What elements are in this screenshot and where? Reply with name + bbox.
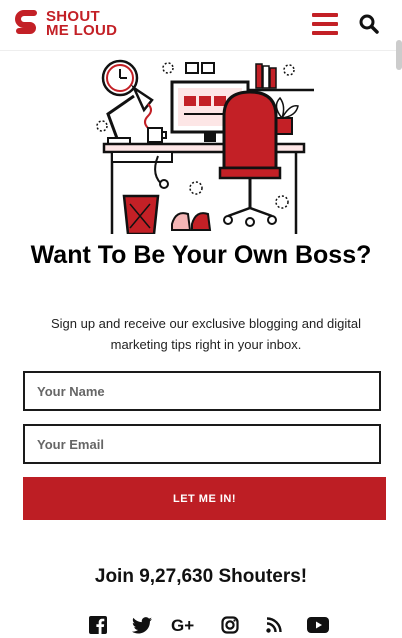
logo-line2: ME LOUD — [46, 22, 118, 39]
hamburger-icon[interactable] — [312, 13, 338, 35]
social-links: G+ — [76, 612, 340, 638]
logo-mark-icon — [15, 10, 37, 34]
rss-icon[interactable] — [252, 612, 296, 638]
site-logo[interactable]: SHOUT ME LOUD — [14, 9, 117, 39]
page-subtitle: Sign up and receive our exclusive bloggi… — [50, 316, 362, 352]
site-header: SHOUT ME LOUD — [0, 0, 402, 70]
submit-button[interactable]: LET ME IN! — [23, 477, 386, 520]
facebook-icon[interactable] — [76, 612, 120, 638]
instagram-icon[interactable] — [208, 612, 252, 638]
email-input[interactable] — [23, 424, 381, 464]
name-input[interactable] — [23, 371, 381, 411]
svg-text:G+: G+ — [171, 616, 194, 634]
scrollbar[interactable] — [396, 40, 402, 70]
join-count-text: Join 9,27,630 Shouters! — [94, 566, 308, 587]
google-plus-icon[interactable]: G+ — [164, 612, 208, 638]
twitter-icon[interactable] — [120, 612, 164, 638]
logo-text: SHOUT ME LOUD — [46, 9, 118, 39]
desk-illustration — [96, 59, 314, 234]
page-title: Want To Be Your Own Boss? — [30, 241, 372, 269]
search-icon[interactable] — [358, 13, 380, 35]
youtube-icon[interactable] — [296, 612, 340, 638]
